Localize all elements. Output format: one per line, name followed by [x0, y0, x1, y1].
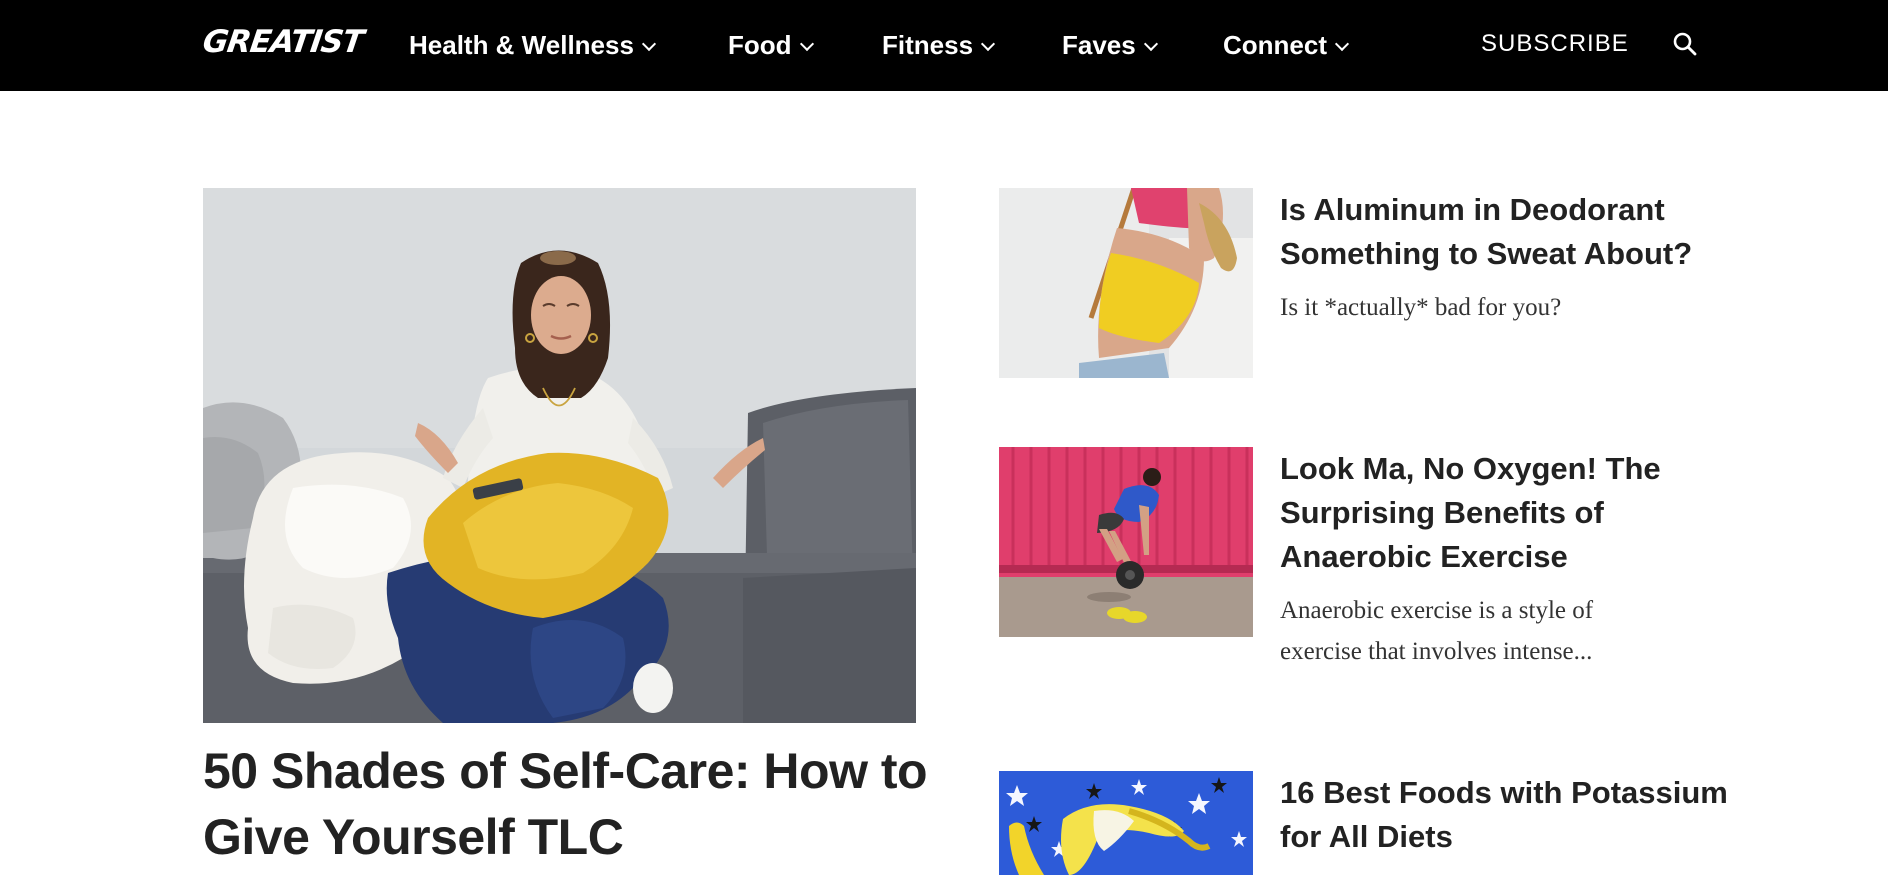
deodorant-photo [999, 188, 1253, 378]
story-title[interactable]: Look Ma, No Oxygen! The Surprising Benef… [1280, 447, 1740, 579]
chevron-down-icon [1334, 36, 1350, 51]
nav-item-food[interactable]: Food [728, 0, 814, 91]
story-thumbnail-anaerobic[interactable] [999, 447, 1253, 637]
story-dek: Anaerobic exercise is a style of exercis… [1280, 597, 1594, 665]
nav-item-fitness[interactable]: Fitness [882, 0, 996, 91]
chevron-down-icon [1143, 36, 1158, 51]
nav-item-label: Faves [1062, 30, 1136, 60]
chevron-down-icon [980, 36, 996, 51]
anaerobic-exercise-photo [999, 447, 1253, 637]
story-title[interactable]: 16 Best Foods with Potassium for All Die… [1280, 771, 1740, 859]
subscribe-link[interactable]: SUBSCRIBE [1481, 0, 1629, 87]
chevron-down-icon [799, 36, 814, 51]
nav-item-health-wellness[interactable]: Health & Wellness [409, 0, 657, 91]
chevron-down-icon [641, 36, 657, 51]
search-icon [1673, 32, 1697, 56]
nav-item-label: Fitness [882, 30, 974, 60]
nav-item-label: Connect [1223, 30, 1327, 60]
nav-item-label: Health & Wellness [409, 30, 634, 60]
nav-item-faves[interactable]: Faves [1062, 0, 1158, 91]
site-header: GREATIST Health & Wellness Food Fitness … [0, 0, 1888, 91]
featured-story-title[interactable]: 50 Shades of Self-Care: How to Give Your… [203, 738, 943, 870]
story-title[interactable]: Is Aluminum in Deodorant Something to Sw… [1280, 188, 1740, 276]
search-button[interactable] [1672, 31, 1698, 57]
woman-on-couch-photo [203, 188, 916, 723]
story-thumbnail-potassium[interactable] [999, 771, 1253, 875]
greatist-logo[interactable]: GREATIST [200, 24, 365, 60]
story-dek: Is it *actually* bad for you? [1280, 294, 1562, 321]
nav-item-label: Food [728, 30, 792, 60]
bananas-photo [999, 771, 1253, 875]
nav-item-connect[interactable]: Connect [1223, 0, 1350, 91]
story-thumbnail-deodorant[interactable] [999, 188, 1253, 378]
featured-story-image[interactable] [203, 188, 916, 723]
